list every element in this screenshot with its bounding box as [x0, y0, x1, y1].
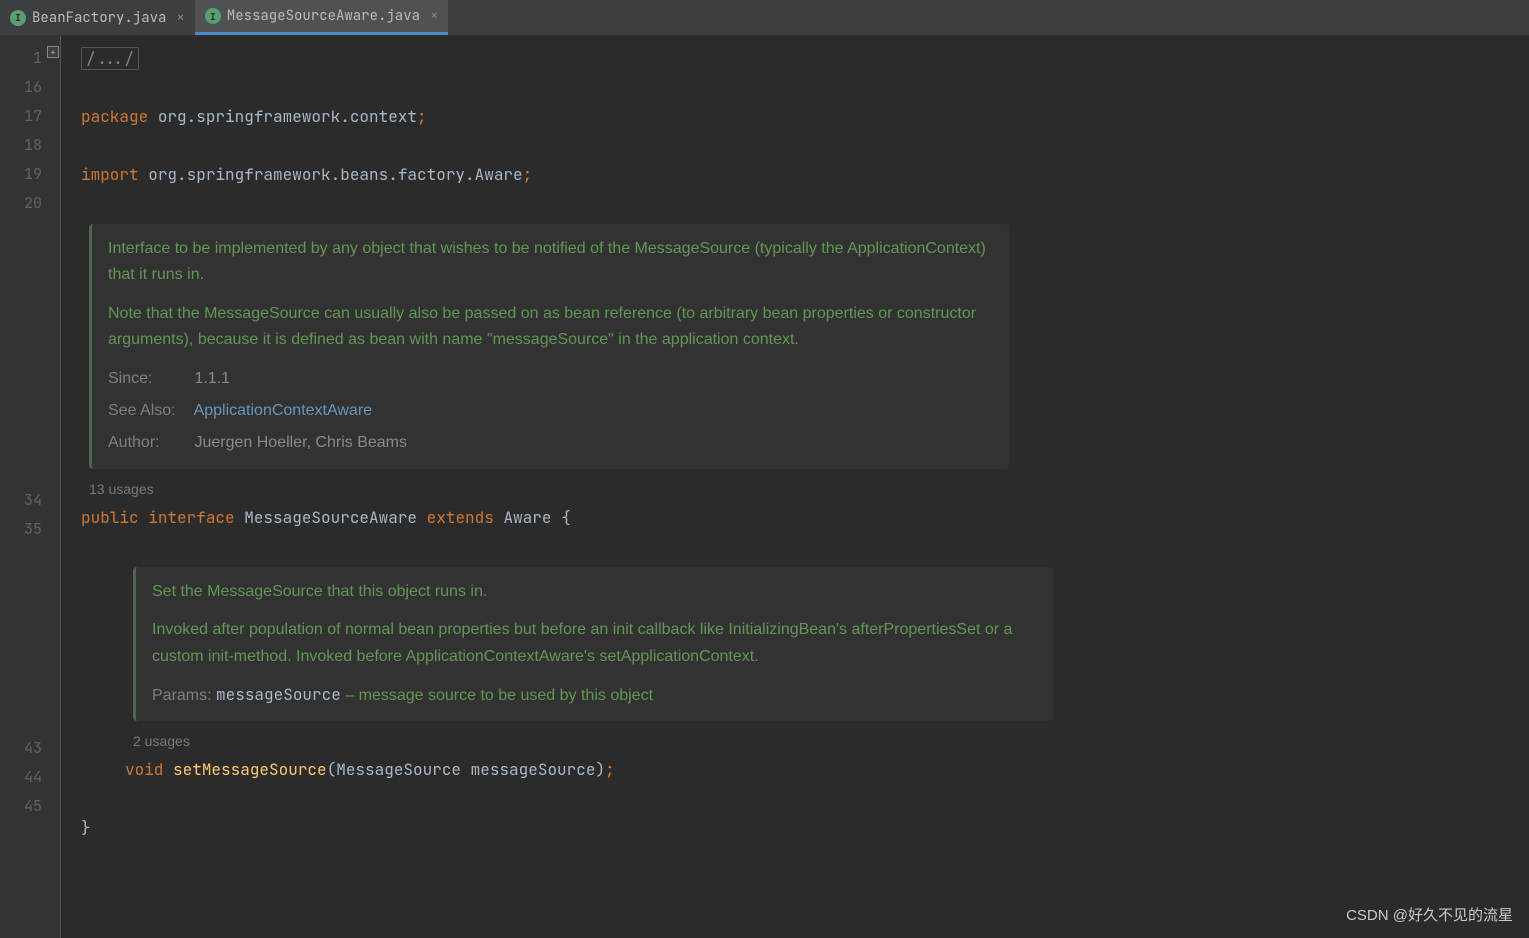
close-icon[interactable]: × — [176, 9, 184, 27]
line-number: 44 — [0, 763, 60, 792]
javadoc-since: Since: 1.1.1 — [108, 366, 993, 392]
code-blank — [81, 131, 1529, 160]
code-blank — [81, 189, 1529, 218]
fold-toggle-icon[interactable]: + — [47, 46, 59, 58]
seealso-link[interactable]: ApplicationContextAware — [194, 402, 372, 419]
tab-label: MessageSourceAware.java — [227, 7, 420, 25]
code-close-brace: } — [81, 813, 1529, 842]
tab-label: BeanFactory.java — [32, 9, 166, 27]
method-javadoc: Set the MessageSource that this object r… — [133, 567, 1053, 722]
line-number: 18 — [0, 131, 60, 160]
code-folded[interactable]: /.../ — [81, 44, 1529, 73]
class-usages-hint[interactable]: 13 usages — [89, 475, 1529, 501]
line-number: 43 — [0, 734, 60, 763]
line-number: 35 — [0, 515, 60, 544]
code-import: import org.springframework.beans.factory… — [81, 160, 1529, 189]
line-number: 20 — [0, 189, 60, 218]
interface-icon: I — [10, 10, 26, 26]
param-desc: – message source to be used by this obje… — [341, 687, 653, 704]
javadoc-paragraph: Interface to be implemented by any objec… — [108, 236, 993, 289]
close-icon[interactable]: × — [430, 7, 438, 25]
class-javadoc: Interface to be implemented by any objec… — [89, 224, 1009, 469]
line-number: 34 — [0, 486, 60, 515]
javadoc-seealso: See Also: ApplicationContextAware — [108, 398, 993, 424]
param-name: messageSource — [216, 684, 341, 705]
params-label: Params: — [152, 683, 212, 709]
author-value: Juergen Hoeller, Chris Beams — [194, 434, 407, 451]
tab-messagesourceaware[interactable]: I MessageSourceAware.java × — [195, 0, 449, 35]
watermark-text: CSDN @好久不见的流星 — [1346, 901, 1513, 930]
javadoc-params: Params: messageSource – message source t… — [152, 682, 1037, 709]
method-usages-hint[interactable]: 2 usages — [133, 727, 1529, 753]
code-method-decl: void setMessageSource(MessageSource mess… — [81, 755, 1529, 784]
line-number: 19 — [0, 160, 60, 189]
code-blank — [81, 784, 1529, 813]
code-area[interactable]: + /.../ package org.springframework.cont… — [60, 36, 1529, 938]
code-blank — [81, 73, 1529, 102]
since-label: Since: — [108, 366, 190, 392]
line-gutter: 1 16 17 18 19 20 34 35 43 44 45 — [0, 36, 60, 938]
line-number: 45 — [0, 792, 60, 821]
author-label: Author: — [108, 430, 190, 456]
code-package: package org.springframework.context; — [81, 102, 1529, 131]
code-interface-decl: public interface MessageSourceAware exte… — [81, 503, 1529, 532]
javadoc-paragraph: Invoked after population of normal bean … — [152, 617, 1037, 670]
since-value: 1.1.1 — [194, 370, 230, 387]
code-blank — [81, 532, 1529, 561]
seealso-label: See Also: — [108, 398, 190, 424]
javadoc-author: Author: Juergen Hoeller, Chris Beams — [108, 430, 993, 456]
javadoc-paragraph: Set the MessageSource that this object r… — [152, 579, 1037, 605]
line-number: 16 — [0, 73, 60, 102]
editor-tabs: I BeanFactory.java × I MessageSourceAwar… — [0, 0, 1529, 36]
interface-icon: I — [205, 8, 221, 24]
editor-area: 1 16 17 18 19 20 34 35 43 44 45 + /.../ … — [0, 36, 1529, 938]
tab-beanfactory[interactable]: I BeanFactory.java × — [0, 0, 195, 35]
javadoc-paragraph: Note that the MessageSource can usually … — [108, 301, 993, 354]
line-number: 17 — [0, 102, 60, 131]
